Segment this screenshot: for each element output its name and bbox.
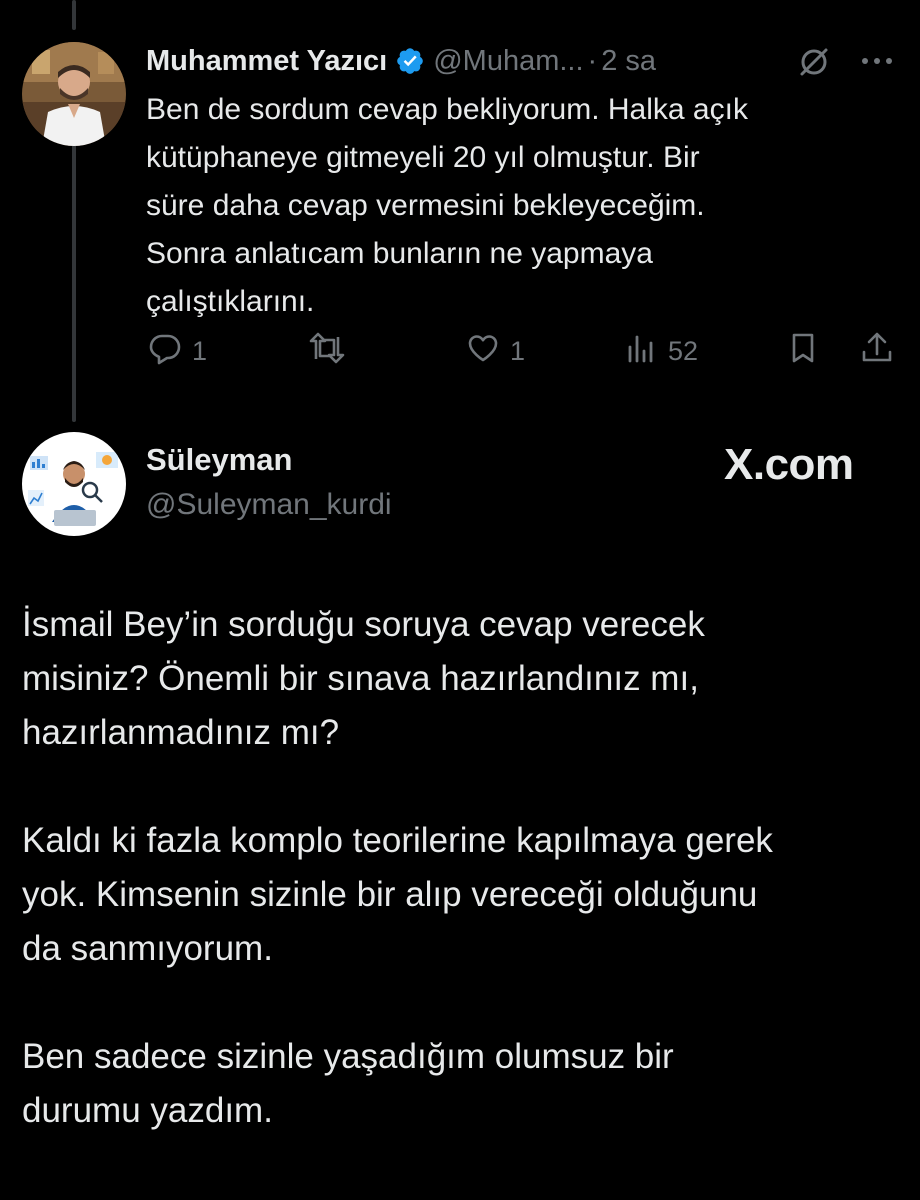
share-button[interactable] (860, 330, 894, 372)
thread-line-top (72, 0, 76, 30)
tweet1-time[interactable]: 2 sa (601, 45, 656, 78)
tweet1-text-line: Ben de sordum cevap bekliyorum. Halka aç… (146, 93, 748, 126)
avatar-photo (22, 42, 126, 146)
avatar-illustration (22, 432, 126, 536)
share-icon (860, 331, 894, 372)
tweet2-handle[interactable]: @Suleyman_kurdi (146, 488, 392, 522)
views-count: 52 (668, 335, 699, 366)
tweet2-text-line: durumu yazdım. (22, 1091, 273, 1130)
tweet2-text-line: Ben sadece sizinle yaşadığım olumsuz bir (22, 1037, 674, 1076)
tweet2-text-line: da sanmıyorum. (22, 929, 273, 968)
views-button[interactable]: 52 (624, 330, 698, 372)
like-count: 1 (510, 335, 526, 366)
tweet2-paragraph: Ben sadece sizinle yaşadığım olumsuz bir… (22, 1030, 902, 1138)
like-button[interactable]: 1 (466, 330, 525, 372)
tweet2-text-line: yok. Kimsenin sizinle bir alıp vereceği … (22, 875, 758, 914)
avatar-suleyman[interactable] (22, 432, 126, 536)
retweet-icon (306, 331, 348, 372)
bookmark-icon (786, 331, 820, 372)
tweet1-text-line: Sonra anlatıcam bunların ne yapmaya (146, 237, 653, 270)
tweet1-text: Ben de sordum cevap bekliyorum. Halka aç… (146, 86, 886, 326)
tweet2-text-line: İsmail Bey’in sorduğu soruya cevap verec… (22, 605, 705, 644)
reply-icon (148, 331, 182, 372)
tweet2-text-line: misiniz? Önemli bir sınava hazırlandınız… (22, 659, 699, 698)
x-com-watermark: X.com (724, 440, 854, 489)
tweet1-handle[interactable]: @Muham... (433, 45, 583, 78)
reply-button[interactable]: 1 (148, 330, 207, 372)
tweet2-paragraph: İsmail Bey’in sorduğu soruya cevap verec… (22, 598, 902, 760)
tweet1-separator: · (587, 44, 598, 77)
tweet2-paragraph: Kaldı ki fazla komplo teorilerine kapılm… (22, 814, 902, 976)
tweet2-text: İsmail Bey’in sorduğu soruya cevap verec… (22, 598, 902, 1138)
tweet2-author-name[interactable]: Süleyman (146, 442, 292, 478)
tweet2-text-line: hazırlanmadınız mı? (22, 713, 340, 752)
grok-icon[interactable] (796, 44, 832, 80)
tweet1-header: Muhammet Yazıcı @Muham... · 2 sa (146, 40, 906, 82)
retweet-button[interactable] (306, 330, 358, 372)
like-icon (466, 331, 500, 372)
tweet1-text-line: süre daha cevap vermesini bekleyeceğim. (146, 189, 705, 222)
verified-badge-icon (395, 46, 425, 76)
views-icon (624, 331, 658, 372)
thread-line-bottom (72, 130, 76, 422)
bookmark-button[interactable] (786, 330, 820, 372)
tweet2-text-line: Kaldı ki fazla komplo teorilerine kapılm… (22, 821, 773, 860)
more-icon[interactable] (858, 48, 896, 74)
tweet1-text-line: çalıştıklarını. (146, 285, 315, 318)
tweet1-author-name[interactable]: Muhammet Yazıcı (146, 45, 387, 78)
tweet1-text-line: kütüphaneye gitmeyeli 20 yıl olmuştur. B… (146, 141, 700, 174)
reply-count: 1 (192, 335, 208, 366)
avatar-muhammet[interactable] (22, 42, 126, 146)
